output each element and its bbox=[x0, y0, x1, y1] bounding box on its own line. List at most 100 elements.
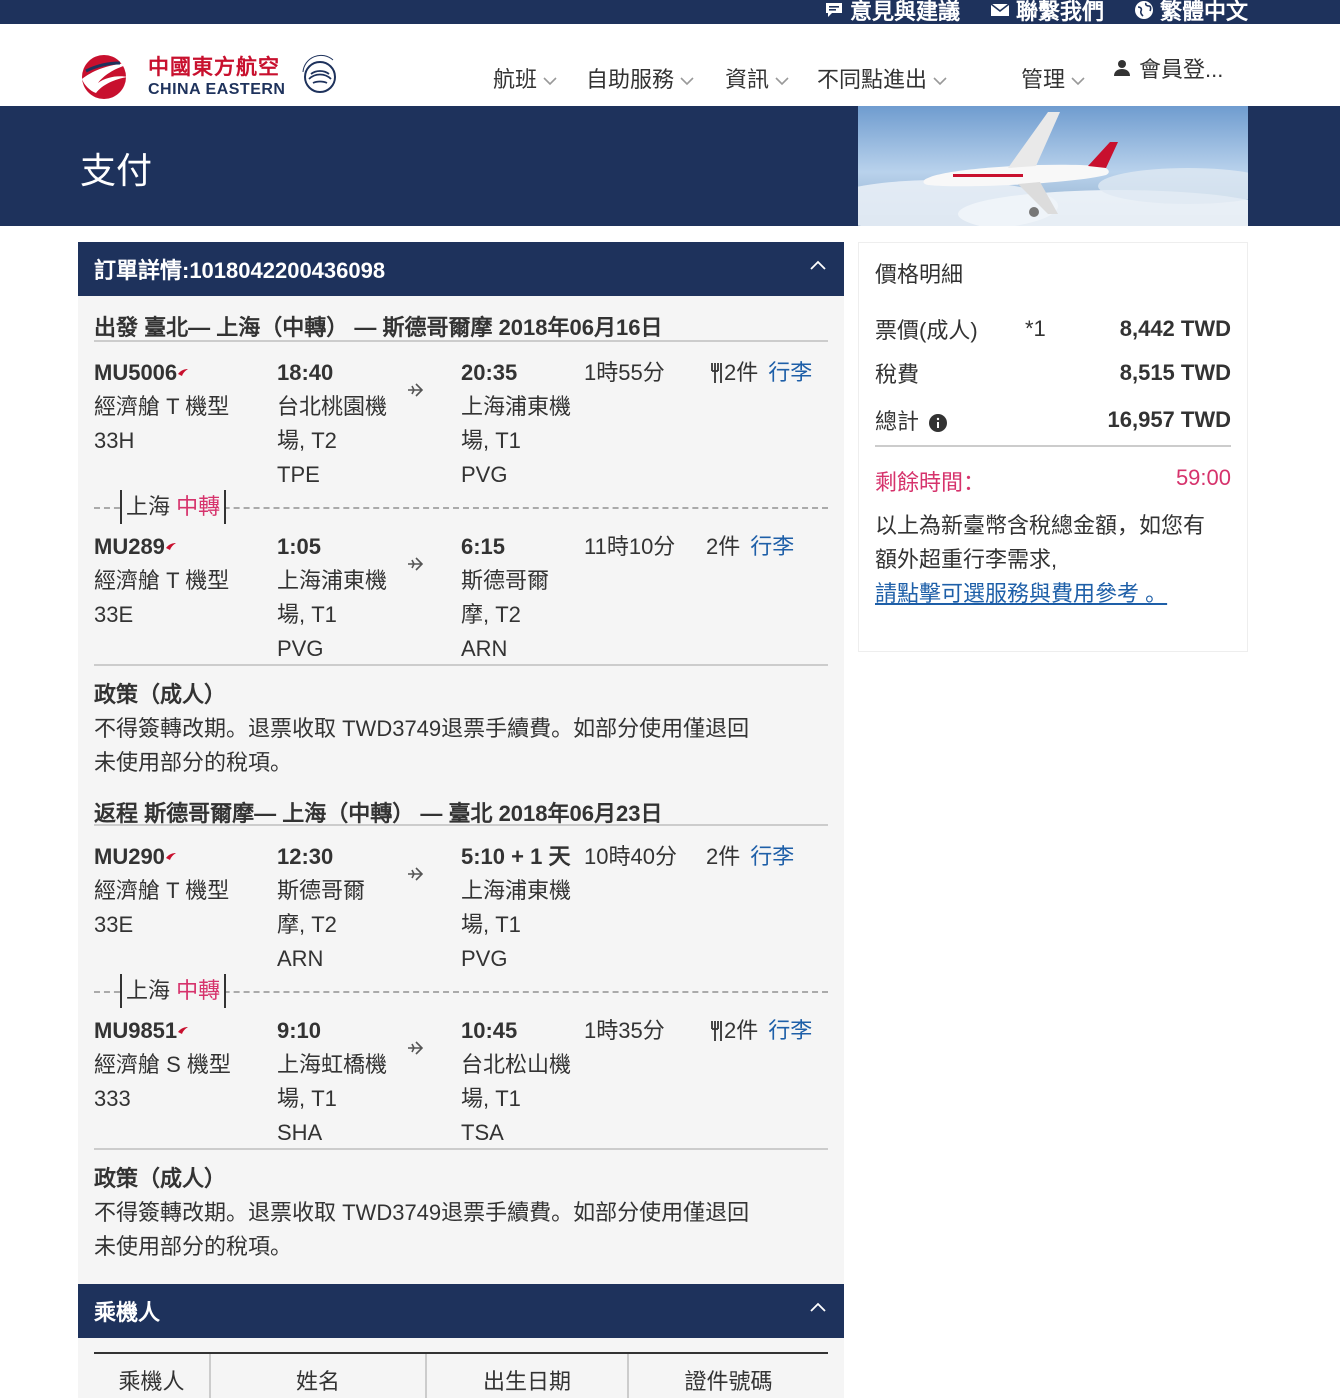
departure-code: PVG bbox=[277, 636, 324, 661]
feedback-label: 意見與建議 bbox=[849, 0, 960, 24]
flight-duration: 1時55分 bbox=[584, 360, 665, 385]
member-login-label: 會員登... bbox=[1139, 57, 1224, 82]
column-header: 證件號碼 bbox=[684, 1369, 773, 1394]
total-amount: 16,957 TWD bbox=[1107, 407, 1232, 432]
departure-time: 1:05 bbox=[277, 534, 322, 559]
passengers-header[interactable]: 乘機人 bbox=[78, 1284, 844, 1338]
baggage-link[interactable]: 行李 bbox=[750, 840, 794, 874]
flight-number: MU5006 bbox=[94, 356, 229, 390]
remaining-time-value: 59:00 bbox=[1175, 465, 1231, 490]
policy-title: 政策（成人） bbox=[94, 682, 227, 707]
arrival-time: 5:10 + 1 天 bbox=[461, 844, 571, 869]
price-details-title: 價格明細 bbox=[875, 262, 964, 287]
aircraft-type: 33H bbox=[94, 428, 135, 453]
departure-airport: 台北桃園機 bbox=[277, 394, 388, 419]
arrival-airport: 台北松山機 bbox=[461, 1052, 572, 1077]
baggage-link[interactable]: 行李 bbox=[768, 356, 812, 390]
flight-number: MU289 bbox=[94, 530, 229, 564]
fare-row: 票價(成人) *1 8,442 TWD bbox=[875, 307, 1231, 351]
baggage-count: 2件 bbox=[706, 844, 741, 869]
baggage-count: 2件 bbox=[724, 1018, 759, 1043]
nav-item-self-service[interactable]: 自助服務 bbox=[586, 62, 725, 94]
column-header: 出生日期 bbox=[427, 1354, 629, 1398]
fare-policy: 政策（成人） 不得簽轉改期。退票收取 TWD3749退票手續費。如部分使用僅退回… bbox=[94, 664, 828, 794]
price-note-text: 以上為新臺幣含稅總金額，如您有 bbox=[875, 513, 1206, 538]
flight-duration: 10時40分 bbox=[584, 844, 677, 869]
price-note: 以上為新臺幣含稅總金額，如您有 額外超重行李需求, 請點擊可選服務與費用參考 。 bbox=[875, 509, 1231, 611]
baggage-count: 2件 bbox=[706, 534, 741, 559]
flight-number: MU290 bbox=[94, 840, 229, 874]
arrival-code: TSA bbox=[461, 1120, 504, 1145]
chevron-up-icon[interactable] bbox=[810, 1302, 826, 1312]
passengers-body: 乘機人 姓名 出生日期 證件號碼 bbox=[78, 1338, 844, 1398]
info-icon[interactable] bbox=[929, 414, 948, 433]
nav-item-info[interactable]: 資訊 bbox=[725, 62, 817, 94]
nav-item-manage[interactable]: 管理 bbox=[1021, 62, 1085, 94]
language-selector[interactable]: 繁體中文 bbox=[1134, 0, 1248, 26]
flight-segment: MU9851 經濟艙 S 機型 333 9:10 上海虹橋機 場, T1 SHA… bbox=[94, 1008, 828, 1148]
baggage-link[interactable]: 行李 bbox=[750, 530, 794, 564]
optional-services-link[interactable]: 請點擊可選服務與費用參考 。 bbox=[875, 577, 1231, 611]
chevron-down-icon bbox=[775, 76, 789, 85]
arrival-terminal: 摩, T2 bbox=[461, 602, 521, 627]
policy-text: 不得簽轉改期。退票收取 TWD3749退票手續費。如部分使用僅退回 bbox=[94, 716, 750, 741]
column-header: 乘機人 bbox=[94, 1354, 211, 1398]
tax-label: 稅費 bbox=[875, 362, 920, 387]
order-details-title: 訂單詳情:1018042200436098 bbox=[94, 258, 386, 283]
order-details-body: 出發 臺北— 上海（中轉） — 斯德哥爾摩 2018年06月16日 MU5006… bbox=[78, 296, 844, 1296]
chevron-up-icon[interactable] bbox=[810, 260, 826, 270]
policy-title: 政策（成人） bbox=[94, 1166, 227, 1191]
arrival-time: 10:45 bbox=[461, 1018, 518, 1043]
arrival-airport: 斯德哥爾 bbox=[461, 568, 550, 593]
contact-link[interactable]: 聯繫我們 bbox=[990, 0, 1104, 26]
passengers-panel: 乘機人 乘機人 姓名 出生日期 證件號碼 bbox=[78, 1284, 844, 1398]
policy-text: 未使用部分的稅項。 bbox=[94, 1234, 293, 1259]
arrival-airport: 上海浦東機 bbox=[461, 878, 572, 903]
member-login-link[interactable]: 會員登... bbox=[1113, 52, 1223, 84]
departure-time: 9:10 bbox=[277, 1018, 322, 1043]
baggage-link[interactable]: 行李 bbox=[768, 1014, 812, 1048]
airplane-illustration bbox=[858, 106, 1248, 226]
top-utility-bar: 意見與建議 聯繫我們 繁體中文 bbox=[0, 0, 1340, 24]
departure-airport: 上海浦東機 bbox=[277, 568, 388, 593]
nav-item-open-jaw[interactable]: 不同點進出 bbox=[817, 62, 1021, 94]
departure-code: ARN bbox=[277, 946, 324, 971]
page-hero: 支付 bbox=[0, 106, 1340, 226]
flight-number: MU9851 bbox=[94, 1014, 231, 1048]
arrival-code: PVG bbox=[461, 946, 508, 971]
departure-terminal: 場, T1 bbox=[277, 1086, 337, 1111]
brand-wordmark: 中國東方航空 CHINA EASTERN bbox=[148, 57, 285, 98]
arrival-time: 6:15 bbox=[461, 534, 506, 559]
chevron-down-icon bbox=[1071, 76, 1085, 85]
aircraft-type: 33E bbox=[94, 912, 134, 937]
departure-airport: 斯德哥爾 bbox=[277, 878, 366, 903]
fare-label: 票價(成人) bbox=[875, 318, 978, 343]
return-title: 返程 斯德哥爾摩— 上海（中轉） — 臺北 2018年06月23日 bbox=[94, 794, 828, 826]
order-details-header[interactable]: 訂單詳情:1018042200436098 bbox=[78, 242, 844, 296]
contact-label: 聯繫我們 bbox=[1015, 0, 1104, 24]
nav-item-flights[interactable]: 航班 bbox=[493, 62, 586, 94]
flight-duration: 1時35分 bbox=[584, 1018, 665, 1043]
flight-duration: 11時10分 bbox=[584, 534, 676, 559]
cabin-class: 經濟艙 T 機型 bbox=[94, 568, 230, 593]
price-details-panel: 價格明細 票價(成人) *1 8,442 TWD 稅費 8,515 TWD 總計… bbox=[858, 242, 1248, 652]
departure-terminal: 場, T2 bbox=[277, 428, 337, 453]
nav-item-label: 自助服務 bbox=[586, 67, 675, 92]
remaining-time: 剩餘時間： 59:00 bbox=[875, 465, 1231, 497]
departure-terminal: 摩, T2 bbox=[277, 912, 337, 937]
nav-item-label: 管理 bbox=[1021, 67, 1066, 92]
airplane-icon bbox=[408, 557, 424, 571]
passengers-table-header: 乘機人 姓名 出生日期 證件號碼 bbox=[94, 1352, 828, 1398]
feedback-link[interactable]: 意見與建議 bbox=[824, 0, 960, 26]
site-header: 中國東方航空 CHINA EASTERN 航班 自助服務 資訊 不同點進出 管理 bbox=[0, 24, 1340, 106]
airline-logo-icon bbox=[165, 853, 176, 860]
policy-text: 未使用部分的稅項。 bbox=[94, 750, 293, 775]
arrival-terminal: 場, T1 bbox=[461, 912, 521, 937]
departure-time: 18:40 bbox=[277, 360, 334, 385]
transfer-divider: 上海 中轉 bbox=[94, 490, 828, 524]
chevron-down-icon bbox=[543, 76, 557, 85]
china-eastern-logo[interactable]: 中國東方航空 CHINA EASTERN bbox=[78, 52, 345, 102]
comment-icon bbox=[825, 3, 842, 17]
mail-icon bbox=[990, 3, 1010, 16]
order-details-panel: 訂單詳情:1018042200436098 出發 臺北— 上海（中轉） — 斯德… bbox=[78, 242, 844, 1296]
